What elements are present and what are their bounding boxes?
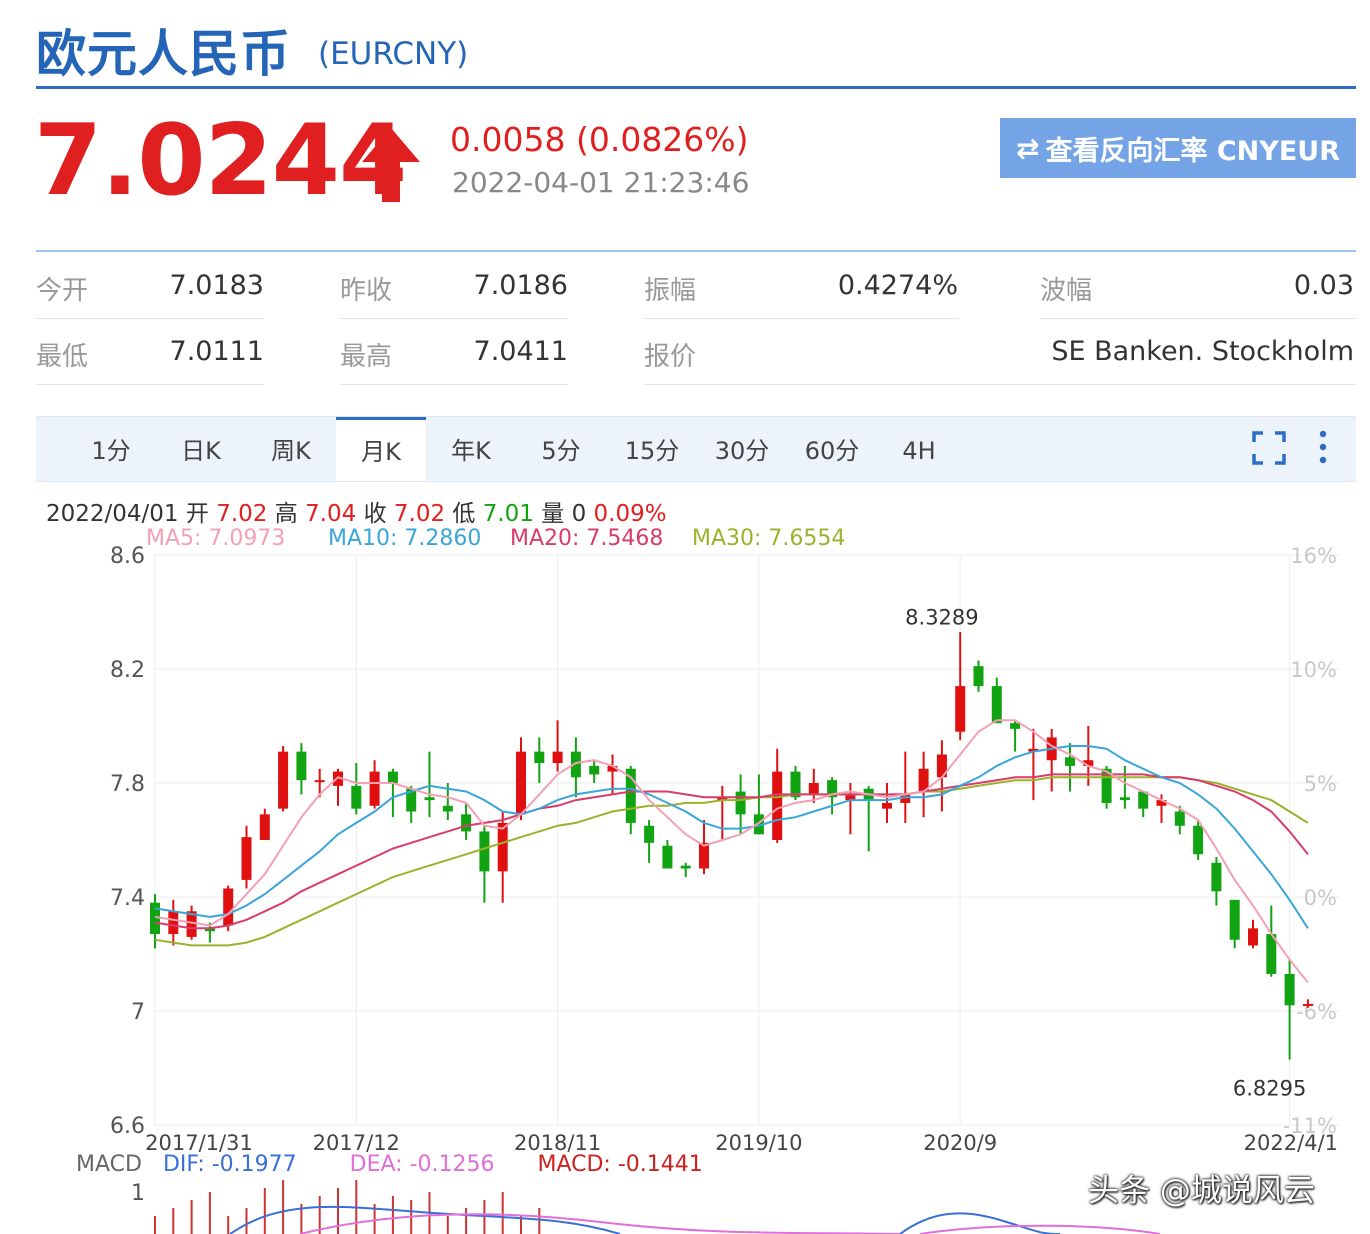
candle-body <box>1248 928 1258 946</box>
candle-body <box>808 783 819 795</box>
candle-body <box>259 814 270 840</box>
candle-body <box>680 865 691 869</box>
candle-body <box>314 780 325 783</box>
candle-body <box>955 686 966 732</box>
candle-body <box>973 666 984 687</box>
y-tick-label: 7.8 <box>110 772 145 797</box>
right-tick-label: 16% <box>1290 544 1337 568</box>
candle-body <box>168 911 179 935</box>
macd-legend-label: MACD <box>76 1152 142 1177</box>
candle-body <box>1211 862 1222 892</box>
macd-dea-line <box>299 1213 901 1234</box>
candlestick-chart[interactable]: 8.6 16%8.2 10%7.8 5%7.4 0%7 -6%6.6 -11%2017/1/… <box>0 0 1370 1234</box>
candle-body <box>882 802 892 809</box>
right-tick-label: 10% <box>1290 658 1337 682</box>
macd-legend: MACD DIF: -0.1977 DEA: -0.1256 MACD: -0.… <box>76 1152 703 1177</box>
candle-body <box>1119 797 1130 801</box>
y-tick-label: 7.4 <box>110 886 145 911</box>
macd-legend-macd: MACD: -0.1441 <box>537 1152 703 1177</box>
y-tick-label: 8.6 <box>110 544 145 569</box>
candle-body <box>479 831 490 872</box>
candle-body <box>1174 811 1185 826</box>
y-tick-label: 8.2 <box>110 658 145 683</box>
candle-body <box>369 771 380 806</box>
candle-body <box>516 751 526 815</box>
right-tick-label: 5% <box>1304 772 1337 796</box>
candle-body <box>497 822 508 872</box>
y-tick-label: 6.6 <box>110 1114 145 1139</box>
candle-body <box>461 814 472 832</box>
y-tick-label: 7 <box>131 1000 145 1025</box>
candle-body <box>1193 825 1204 855</box>
candle-body <box>991 686 1002 724</box>
candle-body <box>1065 757 1075 766</box>
candle-body <box>772 771 783 840</box>
macd-legend-dea: DEA: -0.1256 <box>349 1152 495 1177</box>
candle-body <box>351 785 362 809</box>
candle-body <box>534 751 545 764</box>
price-annotation: 6.8295 <box>1233 1077 1306 1101</box>
candle-body <box>223 888 234 926</box>
x-tick-label: 2019/10 <box>715 1131 802 1155</box>
candle-body <box>644 825 655 843</box>
candle-body <box>662 845 673 869</box>
macd-dif-line <box>899 1212 1061 1234</box>
ma30-line <box>154 776 1309 947</box>
candle-body <box>278 751 289 809</box>
candle-body <box>296 751 307 781</box>
candle-body <box>1284 973 1295 1006</box>
ma20-line <box>154 773 1309 930</box>
watermark-text: 头条 @城说风云 <box>1088 1173 1315 1209</box>
candle-body <box>241 837 252 880</box>
macd-legend-dif: DIF: -0.1977 <box>162 1152 297 1177</box>
x-tick-label: 2022/4/1 <box>1244 1131 1338 1155</box>
candle-body <box>552 751 563 764</box>
candle-body <box>1229 899 1240 940</box>
candle-body <box>424 797 435 801</box>
candle-body <box>442 805 453 812</box>
candle-body <box>735 791 746 815</box>
macd-dif-line <box>229 1205 621 1234</box>
candle-body <box>1302 1004 1313 1007</box>
candle-body <box>387 771 398 783</box>
macd-y-tick-label: 1 <box>131 1181 145 1206</box>
right-tick-label: 0% <box>1304 886 1337 910</box>
candle-body <box>589 765 600 775</box>
right-tick-label: -6% <box>1296 1000 1337 1024</box>
candle-body <box>1010 723 1021 729</box>
ma5-line <box>154 719 1309 984</box>
price-annotation: 8.3289 <box>905 605 978 629</box>
x-tick-label: 2020/9 <box>923 1131 997 1155</box>
